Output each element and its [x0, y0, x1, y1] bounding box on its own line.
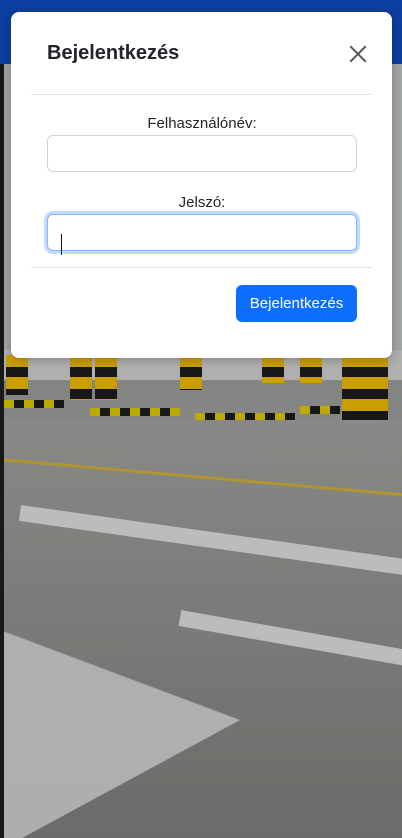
close-icon[interactable]: [344, 40, 372, 68]
password-input[interactable]: [47, 214, 357, 251]
modal-header: Bejelentkezés: [31, 12, 372, 95]
footer-divider: [31, 267, 372, 268]
password-label: Jelszó:: [178, 194, 226, 211]
username-input[interactable]: [47, 135, 357, 172]
text-caret: [61, 234, 62, 255]
header-divider: [31, 94, 372, 95]
modal-title: Bejelentkezés: [47, 42, 180, 64]
username-label: Felhasználónév:: [147, 115, 257, 132]
login-modal: Bejelentkezés Felhasználónév: Jelszó: Be…: [11, 12, 392, 358]
login-button[interactable]: Bejelentkezés: [236, 285, 357, 322]
